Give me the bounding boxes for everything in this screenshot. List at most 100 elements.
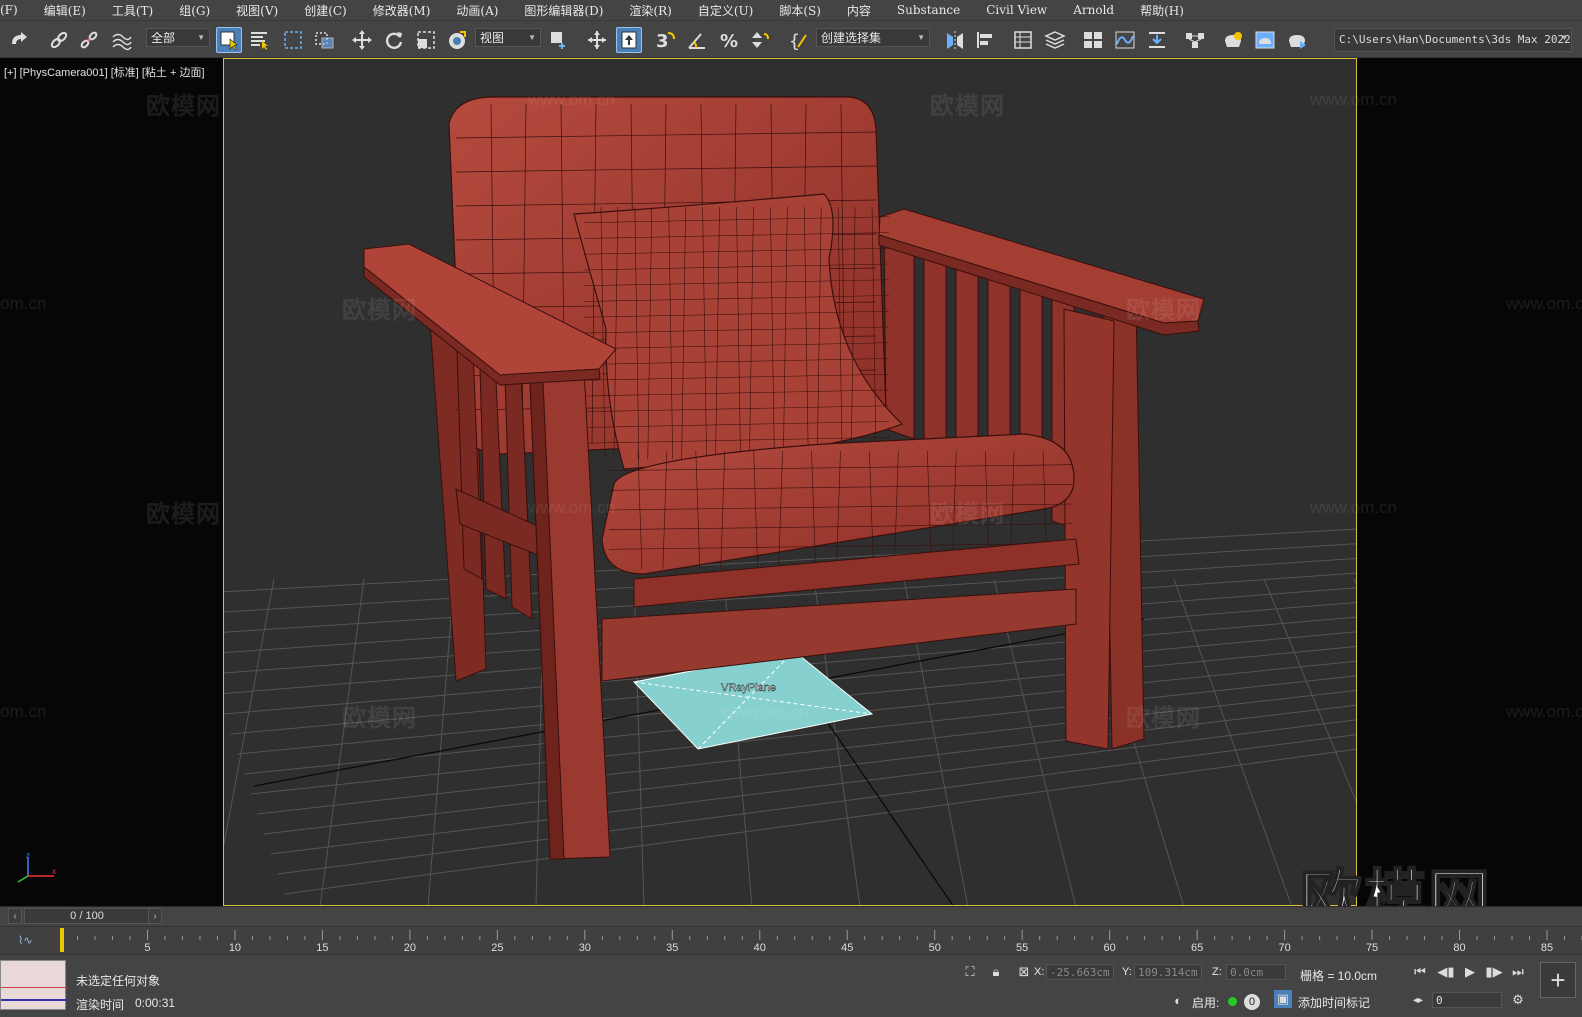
watermark: 欧模网 bbox=[1126, 705, 1201, 732]
angle-snap-icon[interactable] bbox=[684, 27, 710, 53]
selection-status: 未选定任何对象 bbox=[76, 974, 161, 988]
timeline-ticks: 0510152025303540455055606570758085 bbox=[60, 928, 1582, 954]
menu-item[interactable]: 内容 bbox=[834, 2, 884, 19]
project-path-dropdown[interactable]: C:\Users\Han\Documents\3ds Max 2022 ▼ bbox=[1334, 28, 1572, 52]
time-config-icon[interactable]: ⚙ bbox=[1508, 990, 1528, 1010]
enable-label: 启用: bbox=[1192, 996, 1220, 1010]
layer-explorer-icon[interactable] bbox=[1042, 27, 1068, 53]
add-time-tag[interactable]: 添加时间标记 bbox=[1298, 994, 1370, 1011]
toggle-ribbon-icon[interactable] bbox=[1080, 27, 1106, 53]
timeline-tick-label: 50 bbox=[929, 942, 941, 954]
isolate-selection-icon[interactable]: ⛶ bbox=[960, 962, 980, 982]
menu-item[interactable]: 视图(V) bbox=[223, 2, 291, 19]
menu-item[interactable]: Civil View bbox=[973, 3, 1060, 17]
window-crossing-icon[interactable] bbox=[312, 27, 338, 53]
menu-item[interactable]: 工具(T) bbox=[99, 2, 166, 19]
menu-item[interactable]: 图形编辑器(D) bbox=[511, 2, 616, 19]
create-new-icon[interactable]: + bbox=[1540, 962, 1576, 998]
watermark-url: www.om.cn bbox=[1506, 702, 1582, 721]
menu-bar: (F) 编辑(E) 工具(T) 组(G) 视图(V) 创建(C) 修改器(M) 动画(A) 图形… bbox=[0, 0, 1582, 20]
select-by-name-icon[interactable] bbox=[246, 27, 272, 53]
select-manipulate-icon[interactable] bbox=[584, 27, 610, 53]
edit-named-selection-icon[interactable]: { bbox=[786, 27, 812, 53]
link-icon[interactable] bbox=[46, 27, 72, 53]
named-selection-dropdown[interactable]: 创建选择集 ▼ bbox=[816, 28, 930, 47]
go-to-end-icon[interactable]: ⏭ bbox=[1508, 962, 1528, 982]
menu-item[interactable]: 动画(A) bbox=[443, 2, 511, 19]
menu-item[interactable]: 修改器(M) bbox=[360, 2, 444, 19]
go-to-start-icon[interactable]: ⏮ bbox=[1410, 962, 1430, 982]
current-frame-field[interactable]: 0 bbox=[1432, 992, 1502, 1008]
curve-editor-icon[interactable] bbox=[1112, 27, 1138, 53]
render-production-icon[interactable] bbox=[1284, 27, 1310, 53]
pivot-center-icon[interactable] bbox=[546, 27, 572, 53]
ref-coord-dropdown[interactable]: 视图 ▼ bbox=[475, 28, 541, 47]
spinner-snap-icon[interactable] bbox=[746, 27, 772, 53]
menu-item[interactable]: 脚本(S) bbox=[766, 2, 834, 19]
vrayplane-label: VRayPlane bbox=[721, 682, 776, 694]
material-editor-icon[interactable] bbox=[1182, 27, 1208, 53]
lock-selection-icon[interactable]: 🔒︎ bbox=[986, 962, 1006, 982]
watermark: 欧模网 bbox=[146, 93, 221, 120]
time-prev-icon[interactable]: ‹ bbox=[8, 908, 22, 924]
rotate-icon[interactable] bbox=[381, 27, 407, 53]
transform-mode-icon[interactable]: ⊠ bbox=[1014, 962, 1034, 982]
z-coordinate-field[interactable]: 0.0cm bbox=[1226, 964, 1286, 980]
watermark-url: www.om.cn bbox=[722, 702, 809, 721]
viewport-camera[interactable]: VRayPlane bbox=[223, 58, 1357, 906]
x-coordinate-field[interactable]: -25.663cm bbox=[1046, 964, 1114, 980]
y-coordinate-field[interactable]: 109.314cm bbox=[1134, 964, 1202, 980]
keyboard-shortcut-override-icon[interactable] bbox=[616, 27, 642, 53]
mirror-icon[interactable] bbox=[942, 27, 968, 53]
timeline-tick-label: 85 bbox=[1541, 942, 1553, 954]
selection-filter-dropdown[interactable]: 全部 ▼ bbox=[146, 28, 210, 47]
curve-editor-mini-icon[interactable]: ⌇∿ bbox=[18, 934, 33, 947]
menu-item[interactable]: 渲染(R) bbox=[616, 2, 684, 19]
timeline-tick-label: 10 bbox=[229, 942, 241, 954]
menu-item[interactable]: 创建(C) bbox=[291, 2, 360, 19]
menu-item[interactable]: (F) bbox=[0, 3, 31, 17]
adaptive-degradation-icon[interactable]: ◐ bbox=[1168, 990, 1188, 1010]
align-icon[interactable] bbox=[972, 27, 998, 53]
time-tag-icon[interactable]: ▣ bbox=[1274, 990, 1292, 1008]
timeline-tick-label: 60 bbox=[1104, 942, 1116, 954]
redo-icon[interactable] bbox=[6, 27, 32, 53]
time-slider-thumb[interactable]: 0 / 100 bbox=[24, 908, 150, 924]
prev-frame-icon[interactable]: ◀▮ bbox=[1436, 962, 1456, 982]
play-icon[interactable]: ▶ bbox=[1460, 962, 1480, 982]
viewport-label[interactable]: [+] [PhysCamera001] [标准] [粘土 + 边面] bbox=[4, 64, 205, 80]
current-frame-marker[interactable] bbox=[60, 928, 64, 952]
menu-item[interactable]: 自定义(U) bbox=[685, 2, 766, 19]
scene-explorer-icon[interactable] bbox=[1010, 27, 1036, 53]
maxscript-listener-mini[interactable] bbox=[0, 960, 67, 1010]
percent-snap-icon[interactable]: % bbox=[716, 27, 742, 53]
place-icon[interactable] bbox=[444, 27, 470, 53]
scale-icon[interactable] bbox=[413, 27, 439, 53]
render-setup-icon[interactable] bbox=[1220, 27, 1246, 53]
unlink-icon[interactable] bbox=[76, 27, 102, 53]
bind-spacewarp-icon[interactable] bbox=[108, 27, 134, 53]
chair-object[interactable] bbox=[363, 96, 1205, 860]
menu-item[interactable]: Substance bbox=[884, 3, 973, 17]
next-frame-icon[interactable]: ▮▶ bbox=[1484, 962, 1504, 982]
chevron-down-icon: ▼ bbox=[917, 33, 925, 42]
menu-item[interactable]: 帮助(H) bbox=[1127, 2, 1197, 19]
viewport-left-margin bbox=[0, 58, 223, 906]
menu-item[interactable]: 编辑(E) bbox=[31, 2, 99, 19]
snaps-toggle-icon[interactable]: 3 bbox=[652, 27, 678, 53]
time-next-icon[interactable]: › bbox=[148, 908, 162, 924]
time-slider[interactable] bbox=[0, 906, 1582, 926]
rendered-frame-window-icon[interactable] bbox=[1252, 27, 1278, 53]
schematic-view-icon[interactable] bbox=[1144, 27, 1170, 53]
timeline-tick-label: 30 bbox=[579, 942, 591, 954]
timeline-tick-label: 55 bbox=[1016, 942, 1028, 954]
timeline-tick-label: 70 bbox=[1278, 942, 1290, 954]
rect-select-region-icon[interactable] bbox=[280, 27, 306, 53]
watermark: 欧模网 bbox=[930, 501, 1005, 528]
select-object-icon[interactable] bbox=[216, 27, 242, 53]
grid-size: 栅格 = 10.0cm bbox=[1300, 969, 1378, 983]
menu-item[interactable]: 组(G) bbox=[166, 2, 223, 19]
menu-item[interactable]: Arnold bbox=[1060, 3, 1127, 17]
move-icon[interactable] bbox=[349, 27, 375, 53]
key-mode-icon[interactable]: ◂▸ bbox=[1408, 990, 1428, 1010]
